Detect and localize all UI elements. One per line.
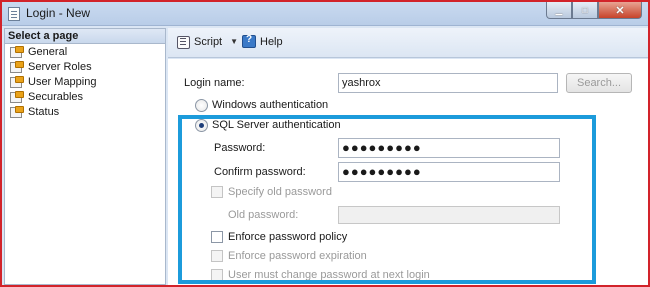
- sql-auth-radio[interactable]: [195, 119, 208, 132]
- enforce-password-expiration-label: Enforce password expiration: [228, 250, 367, 262]
- login-name-label: Login name:: [184, 77, 245, 89]
- close-button[interactable]: ✕: [598, 2, 642, 19]
- old-password-label: Old password:: [228, 209, 299, 221]
- page-icon: [9, 91, 24, 103]
- confirm-password-label: Confirm password:: [214, 166, 306, 178]
- title-bar[interactable]: Login - New ▁ □ ✕: [2, 2, 648, 26]
- chevron-down-icon[interactable]: ▼: [230, 37, 238, 46]
- select-page-header: Select a page: [5, 29, 165, 44]
- help-icon: [242, 34, 256, 48]
- specify-old-password-checkbox[interactable]: [211, 186, 223, 198]
- general-page-content: Login name: yashrox Search... Windows au…: [168, 59, 648, 285]
- password-field[interactable]: ●●●●●●●●●: [338, 138, 560, 158]
- enforce-password-policy-checkbox[interactable]: [211, 231, 223, 243]
- page-item-label: Securables: [28, 90, 84, 103]
- windows-auth-label: Windows authentication: [212, 99, 329, 111]
- login-new-window: Login - New ▁ □ ✕ Select a page General …: [0, 0, 650, 287]
- script-button[interactable]: Script ▼: [176, 35, 238, 49]
- minimize-button[interactable]: ▁: [546, 2, 572, 19]
- page-icon: [9, 61, 24, 73]
- page-item-securables[interactable]: Securables: [5, 89, 165, 104]
- help-button[interactable]: Help: [242, 34, 283, 48]
- window-controls: ▁ □ ✕: [546, 2, 642, 19]
- must-change-password-label: User must change password at next login: [228, 269, 430, 281]
- close-icon: ✕: [615, 4, 625, 17]
- page-icon: [9, 76, 24, 88]
- confirm-password-field[interactable]: ●●●●●●●●●: [338, 162, 560, 182]
- windows-auth-radio[interactable]: [195, 99, 208, 112]
- page-icon: [9, 46, 24, 58]
- help-label: Help: [260, 35, 283, 48]
- page-item-server-roles[interactable]: Server Roles: [5, 59, 165, 74]
- script-icon: [176, 35, 190, 49]
- page-item-label: Server Roles: [28, 60, 92, 73]
- search-button[interactable]: Search...: [566, 73, 632, 93]
- specify-old-password-label: Specify old password: [228, 186, 332, 198]
- page-item-label: Status: [28, 105, 60, 118]
- page-icon: [9, 106, 24, 118]
- enforce-password-expiration-checkbox[interactable]: [211, 250, 223, 262]
- page-item-general[interactable]: General: [5, 44, 165, 59]
- window-title: Login - New: [26, 6, 91, 20]
- old-password-field[interactable]: [338, 206, 560, 224]
- toolbar: Script ▼ Help: [168, 28, 648, 58]
- enforce-password-policy-label: Enforce password policy: [228, 231, 348, 243]
- page-item-label: User Mapping: [28, 75, 97, 88]
- page-item-user-mapping[interactable]: User Mapping: [5, 74, 165, 89]
- document-icon: [8, 7, 20, 21]
- sql-auth-label: SQL Server authentication: [212, 119, 341, 131]
- password-label: Password:: [214, 142, 266, 154]
- login-name-field[interactable]: yashrox: [338, 73, 558, 93]
- maximize-icon: □: [582, 5, 588, 15]
- page-item-label: General: [28, 45, 68, 58]
- maximize-button[interactable]: □: [572, 2, 598, 19]
- minimize-icon: ▁: [555, 4, 563, 15]
- script-label: Script: [194, 35, 223, 48]
- select-page-panel: Select a page General Server Roles User …: [4, 28, 166, 285]
- must-change-password-checkbox[interactable]: [211, 269, 223, 281]
- page-item-status[interactable]: Status: [5, 104, 165, 119]
